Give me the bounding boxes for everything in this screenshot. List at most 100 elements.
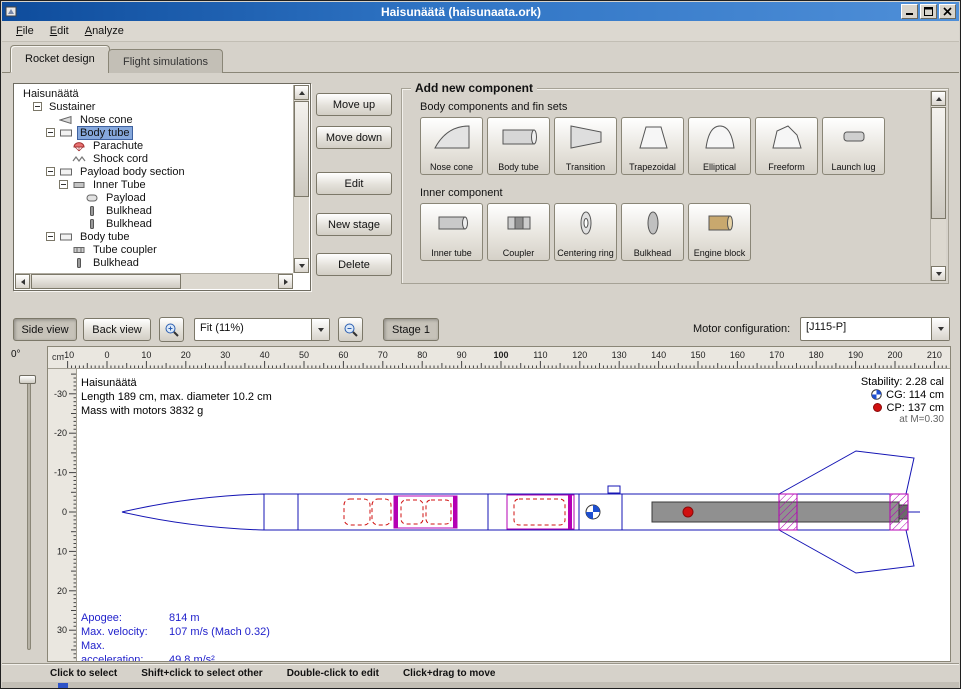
svg-text:40: 40 xyxy=(260,350,270,360)
tree-item-bulkhead[interactable]: Bulkhead xyxy=(16,204,292,217)
add-freeform-button[interactable]: Freeform xyxy=(755,117,818,175)
combo-arrow-button[interactable] xyxy=(931,318,949,340)
minimize-button[interactable] xyxy=(901,4,918,19)
close-button[interactable] xyxy=(939,4,956,19)
tree-item-shock-cord[interactable]: Shock cord xyxy=(16,152,292,165)
fin-top-shape[interactable] xyxy=(779,451,914,494)
tab-flight-simulations[interactable]: Flight simulations xyxy=(108,49,223,73)
side-view-button[interactable]: Side view xyxy=(13,318,77,341)
centeringring-icon xyxy=(566,208,606,241)
tree-item-body-tube[interactable]: Body tube xyxy=(16,230,292,243)
rotation-slider-track[interactable] xyxy=(27,378,31,650)
tree-expander-icon[interactable] xyxy=(59,180,72,189)
tree-item-payload-body-section[interactable]: Payload body section xyxy=(16,165,292,178)
tree-item-bulkhead[interactable]: Bulkhead xyxy=(16,217,292,230)
rotation-slider-handle[interactable] xyxy=(19,375,36,384)
menu-file[interactable]: File xyxy=(8,22,42,40)
add-trapezoidal-button[interactable]: Trapezoidal xyxy=(621,117,684,175)
component-button-label: Launch lug xyxy=(831,163,875,172)
move-down-button[interactable]: Move down xyxy=(316,126,392,149)
zoom-in-button[interactable] xyxy=(159,317,184,342)
tree-item-body-tube[interactable]: Body tube xyxy=(16,126,292,139)
scroll-down-button[interactable] xyxy=(294,258,309,273)
tree-item-bulkhead[interactable]: Bulkhead xyxy=(16,256,292,269)
fin-tab-shape[interactable] xyxy=(779,494,797,530)
bulkhead-shape[interactable] xyxy=(453,496,457,528)
combo-arrow-button[interactable] xyxy=(311,319,329,340)
trapezoidal-icon xyxy=(633,122,673,155)
tree-vertical-scrollbar[interactable] xyxy=(293,85,309,273)
hint-click-select: Click to select xyxy=(50,668,117,679)
scrollbar-thumb[interactable] xyxy=(931,107,946,219)
bulkhead-icon xyxy=(72,257,90,269)
svg-text:210: 210 xyxy=(927,350,942,360)
panel-vertical-scrollbar[interactable] xyxy=(930,91,946,281)
bulkhead-shape[interactable] xyxy=(568,495,572,529)
bodytube-icon xyxy=(59,231,77,243)
add-nose-cone-button[interactable]: Nose cone xyxy=(420,117,483,175)
tree-item-nose-cone[interactable]: Nose cone xyxy=(16,113,292,126)
add-engine-block-button[interactable]: Engine block xyxy=(688,203,751,261)
rocket-info-block: Haisunäätä Length 189 cm, max. diameter … xyxy=(81,376,272,418)
window-icon xyxy=(5,5,19,19)
tree-item-label: Bulkhead xyxy=(90,257,142,269)
svg-text:120: 120 xyxy=(572,350,587,360)
tree-item-inner-tube[interactable]: Inner Tube xyxy=(16,178,292,191)
new-stage-button[interactable]: New stage xyxy=(316,213,392,236)
tree-expander-icon[interactable] xyxy=(46,167,59,176)
svg-text:60: 60 xyxy=(338,350,348,360)
scroll-left-button[interactable] xyxy=(15,274,30,289)
add-inner-tube-button[interactable]: Inner tube xyxy=(420,203,483,261)
scroll-right-button[interactable] xyxy=(278,274,293,289)
svg-text:90: 90 xyxy=(457,350,467,360)
tree-expander-icon[interactable] xyxy=(46,128,59,137)
add-centering-ring-button[interactable]: Centering ring xyxy=(554,203,617,261)
zoom-select[interactable]: Fit (11%) xyxy=(194,318,330,341)
scroll-down-button[interactable] xyxy=(931,266,946,281)
scroll-up-button[interactable] xyxy=(294,85,309,100)
motor-config-select[interactable]: [J115-P] xyxy=(800,317,950,341)
launch-lug-shape[interactable] xyxy=(608,486,620,493)
stability-value: Stability: 2.28 cal xyxy=(861,376,944,388)
add-launch-lug-button[interactable]: Launch lug xyxy=(822,117,885,175)
component-groups: Body components and fin setsNose coneBod… xyxy=(402,101,928,283)
tree-expander-icon[interactable] xyxy=(33,102,46,111)
scrollbar-thumb[interactable] xyxy=(31,274,181,289)
move-up-button[interactable]: Move up xyxy=(316,93,392,116)
tree-item-haisun-t-[interactable]: Haisunäätä xyxy=(16,87,292,100)
add-coupler-button[interactable]: Coupler xyxy=(487,203,550,261)
stage-1-toggle[interactable]: Stage 1 xyxy=(383,318,439,341)
bulkhead-shape[interactable] xyxy=(394,496,398,528)
tree-item-tube-coupler[interactable]: Tube coupler xyxy=(16,243,292,256)
edit-button[interactable]: Edit xyxy=(316,172,392,195)
tree-item-parachute[interactable]: Parachute xyxy=(16,139,292,152)
svg-text:20: 20 xyxy=(181,350,191,360)
add-elliptical-button[interactable]: Elliptical xyxy=(688,117,751,175)
zoom-out-icon xyxy=(343,322,359,338)
rotation-angle-label: 0° xyxy=(11,349,21,360)
scroll-up-button[interactable] xyxy=(931,91,946,106)
tree-item-sustainer[interactable]: Sustainer xyxy=(16,100,292,113)
bulkhead-icon xyxy=(85,218,103,230)
fin-tab-shape[interactable] xyxy=(890,494,908,530)
back-view-button[interactable]: Back view xyxy=(83,318,151,341)
scrollbar-thumb[interactable] xyxy=(294,101,309,197)
zoom-out-button[interactable] xyxy=(338,317,363,342)
close-icon xyxy=(943,7,952,16)
add-component-title: Add new component xyxy=(411,81,537,95)
menu-analyze[interactable]: Analyze xyxy=(77,22,132,40)
delete-button[interactable]: Delete xyxy=(316,253,392,276)
add-body-tube-button[interactable]: Body tube xyxy=(487,117,550,175)
tab-rocket-design[interactable]: Rocket design xyxy=(10,45,110,73)
menu-edit[interactable]: Edit xyxy=(42,22,77,40)
tree-item-payload[interactable]: Payload xyxy=(16,191,292,204)
tree-expander-icon[interactable] xyxy=(46,232,59,241)
tree-item-label: Bulkhead xyxy=(103,205,155,217)
fin-bottom-shape[interactable] xyxy=(779,530,914,573)
nose-cone-shape[interactable] xyxy=(122,494,264,530)
tree-horizontal-scrollbar[interactable] xyxy=(15,273,293,289)
add-transition-button[interactable]: Transition xyxy=(554,117,617,175)
rocket-canvas[interactable]: Haisunäätä Length 189 cm, max. diameter … xyxy=(77,369,950,661)
maximize-button[interactable] xyxy=(920,4,937,19)
add-bulkhead-button[interactable]: Bulkhead xyxy=(621,203,684,261)
